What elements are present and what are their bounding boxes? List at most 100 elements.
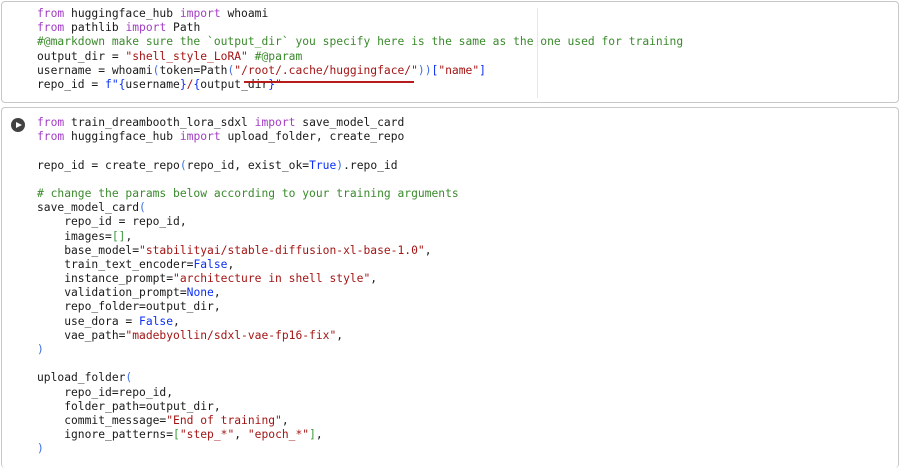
code-token: , (125, 229, 133, 243)
code-editor[interactable]: from huggingface_hub import whoami from p… (37, 7, 683, 92)
code-token: from (37, 7, 65, 20)
code-token: import (254, 116, 296, 129)
code-line: repo_folder=output_dir, (37, 300, 459, 314)
code-token: ) (37, 442, 44, 456)
code-token: output_dir = (37, 49, 126, 63)
code-line: train_text_encoder=False, (37, 258, 459, 272)
code-token: , (424, 243, 432, 257)
code-token: Path (166, 21, 201, 35)
code-cell-1[interactable]: from huggingface_hub import whoami from p… (1, 1, 899, 103)
code-line: repo_id = repo_id, (37, 215, 459, 229)
code-token: images= (37, 229, 112, 243)
run-cell-button[interactable] (11, 118, 25, 132)
code-token: , (213, 286, 221, 300)
code-line: ) (37, 343, 459, 357)
code-token: import (125, 21, 167, 35)
code-token: " (275, 77, 282, 91)
code-token: "step_*" (179, 428, 235, 442)
code-token: repo_id=repo_id, (37, 385, 174, 399)
code-token: , (315, 428, 323, 442)
code-token: huggingface_hub (64, 7, 180, 20)
code-token: username = whoami (37, 63, 153, 77)
code-token: output_dir (200, 77, 269, 91)
code-token: "madebyollin/sdxl-vae-fp16-fix" (125, 328, 337, 342)
code-token: use_dora = (37, 314, 140, 328)
code-token: , (227, 257, 235, 271)
code-token: pathlib (64, 21, 126, 35)
code-token: repo_folder=output_dir, (37, 300, 221, 314)
code-token: train_text_encoder= (37, 257, 194, 271)
code-token: , (234, 428, 248, 442)
code-token: ] (479, 63, 486, 77)
code-token: "architecture in shell style" (173, 272, 371, 286)
code-line: base_model="stabilityai/stable-diffusion… (37, 244, 459, 258)
code-token: [] (111, 229, 126, 243)
code-token: import (179, 7, 221, 20)
code-token: base_model= (37, 243, 140, 257)
code-token: folder_path=output_dir, (37, 399, 221, 413)
code-token: "epoch_*" (247, 428, 310, 442)
code-token: True (309, 158, 337, 172)
code-line: ignore_patterns=["step_*", "epoch_*"], (37, 428, 459, 442)
code-line: upload_folder( (37, 371, 459, 385)
code-token: ( (139, 201, 146, 215)
code-token: username (125, 77, 180, 91)
code-line: vae_path="madebyollin/sdxl-vae-fp16-fix"… (37, 329, 459, 343)
code-token: from (37, 116, 65, 129)
code-token: validation_prompt= (37, 286, 187, 300)
code-line: username = whoami(token=Path("/root/.cac… (37, 64, 683, 78)
code-token: upload_folder (37, 371, 126, 385)
code-token: save_model_card (295, 116, 405, 129)
code-token: repo_id = create_repo (37, 158, 180, 172)
code-token: #@param (254, 49, 303, 63)
code-token: "shell_style_LoRA" (125, 49, 248, 63)
code-token: vae_path= (37, 328, 126, 342)
code-line: repo_id = create_repo(repo_id, exist_ok=… (37, 159, 459, 173)
code-token: import (179, 130, 221, 144)
code-token: repo_id = (37, 77, 106, 91)
code-token: #@markdown make sure the `output_dir` yo… (37, 35, 684, 49)
code-line: from train_dreambooth_lora_sdxl import s… (37, 116, 459, 130)
code-token: # change the params below according to y… (37, 186, 459, 200)
code-token: ignore_patterns= (37, 428, 174, 442)
code-line: from huggingface_hub import whoami (37, 7, 683, 21)
code-editor[interactable]: from train_dreambooth_lora_sdxl import s… (37, 116, 459, 457)
code-token: ( (125, 371, 133, 385)
code-token: "/root/.cache/huggingface/" (234, 63, 418, 77)
code-token: ( (179, 158, 187, 172)
code-token: , (370, 272, 378, 286)
code-token: from (37, 130, 65, 144)
code-token: False (193, 257, 228, 271)
code-token: ) (37, 343, 44, 356)
code-line: # change the params below according to y… (37, 187, 459, 201)
code-token: [ (173, 428, 180, 442)
code-token: "name" (438, 63, 480, 77)
code-token: , (336, 328, 344, 342)
code-token: None (186, 286, 214, 300)
code-token: , (173, 314, 180, 328)
code-token: repo_id = repo_id, (37, 215, 187, 229)
code-token: commit_message= (37, 413, 167, 427)
code-token: )) (417, 63, 432, 77)
code-line: output_dir = "shell_style_LoRA" #@param (37, 50, 683, 64)
code-line: from pathlib import Path (37, 21, 683, 35)
code-line: images=[], (37, 230, 459, 244)
code-line: #@markdown make sure the `output_dir` yo… (37, 35, 683, 49)
code-token: whoami (220, 7, 269, 20)
code-line: repo_id=repo_id, (37, 386, 459, 400)
code-token: .repo_id (343, 158, 398, 172)
code-token: train_dreambooth_lora_sdxl (64, 116, 255, 129)
code-token: repo_id, exist_ok= (186, 158, 310, 172)
code-token: "stabilityai/stable-diffusion-xl-base-1.… (139, 243, 425, 257)
code-line: use_dora = False, (37, 315, 459, 329)
code-cell-2[interactable]: from train_dreambooth_lora_sdxl import s… (1, 107, 899, 468)
error-squiggle (244, 81, 414, 83)
code-line: folder_path=output_dir, (37, 400, 459, 414)
code-line: save_model_card( (37, 201, 459, 215)
code-token: token=Path (159, 63, 228, 77)
code-token: ] (309, 428, 316, 442)
